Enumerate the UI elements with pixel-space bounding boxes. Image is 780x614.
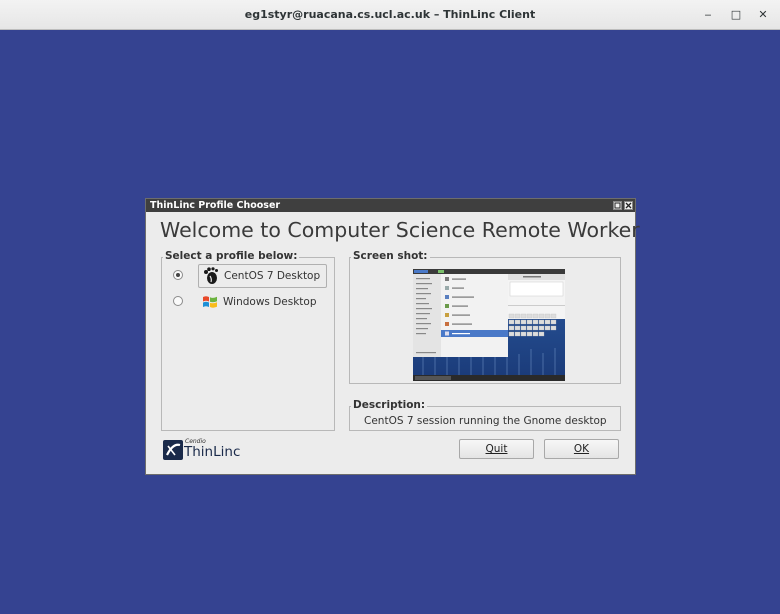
dialog-close-icon[interactable] [624,201,633,210]
description-group: Description: CentOS 7 session running th… [349,399,621,431]
centos-profile-button[interactable]: CentOS 7 Desktop [198,264,328,288]
description-text: CentOS 7 session running the Gnome deskt… [364,415,607,427]
screenshot-group: Screen shot: [349,250,621,384]
thinlinc-client-window: eg1styr@ruacana.cs.ucl.ac.uk – ThinLinc … [0,0,780,614]
centos-radio[interactable] [173,270,183,280]
profile-group: Select a profile below: CentOS 7 Desktop [161,250,335,431]
profile-option-windows[interactable]: Windows Desktop [173,290,333,314]
ok-button[interactable]: OK [544,439,619,459]
screenshot-label: Screen shot: [351,250,430,262]
dialog-title: ThinLinc Profile Chooser [150,200,281,211]
select-profile-label: Select a profile below: [163,250,300,262]
thinlinc-logo-icon [163,440,183,460]
desktop-preview-image [413,269,565,381]
logo-thinlinc-text: ThinLinc [184,444,241,460]
windows-profile-label: Windows Desktop [223,296,317,308]
thinlinc-logo: Cendio ThinLinc [163,438,253,461]
dialog-titlebar[interactable]: ThinLinc Profile Chooser [146,199,635,212]
windows-profile-button[interactable]: Windows Desktop [198,290,323,314]
close-icon[interactable]: ✕ [755,7,771,23]
windows-radio[interactable] [173,296,183,306]
window-titlebar[interactable]: eg1styr@ruacana.cs.ucl.ac.uk – ThinLinc … [0,0,780,30]
gnome-foot-icon [204,267,218,284]
welcome-heading: Welcome to Computer Science Remote Worke… [160,218,640,242]
quit-button[interactable]: Quit [459,439,534,459]
windows-logo-icon [203,296,217,308]
description-label: Description: [351,399,428,411]
window-title: eg1styr@ruacana.cs.ucl.ac.uk – ThinLinc … [244,8,536,21]
centos-profile-label: CentOS 7 Desktop [224,270,321,282]
radio-selected-dot [176,273,180,277]
maximize-icon[interactable]: □ [728,7,744,23]
profile-option-centos[interactable]: CentOS 7 Desktop [173,264,333,288]
dialog-maximize-icon[interactable] [613,201,622,210]
profile-chooser-dialog: ThinLinc Profile Chooser Welcome to Comp… [145,198,640,475]
minimize-icon[interactable]: ‒ [700,7,716,23]
